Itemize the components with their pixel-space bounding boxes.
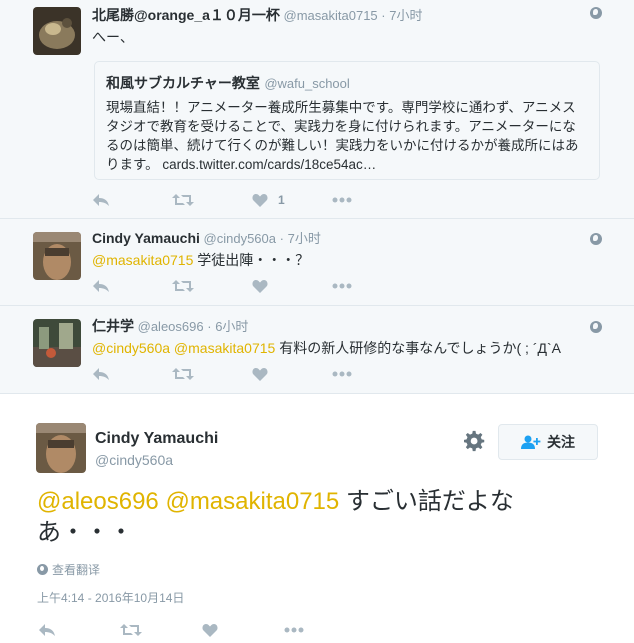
globe-icon <box>590 233 602 245</box>
card-user-handle: @wafu_school <box>264 76 350 91</box>
card-text: 現場直結！！アニメーター養成所生募集中です。専門学校に通わず、アニメスタジオで教… <box>106 100 579 172</box>
globe-icon <box>590 7 602 19</box>
reply-button[interactable] <box>92 276 172 296</box>
more-icon <box>332 283 352 289</box>
tweet-header: 仁井学 @aleos696 · 6小时 <box>92 317 594 336</box>
tweet-actions <box>92 364 412 384</box>
like-button[interactable]: 1 <box>252 190 332 210</box>
tweet-text: @masakita0715 学徒出陣・・・？ <box>92 250 594 270</box>
follow-label: 关注 <box>547 434 575 450</box>
user-handle[interactable]: @aleos696 <box>138 319 204 334</box>
separator-dot: · <box>279 231 284 246</box>
user-name[interactable]: Cindy Yamauchi <box>95 430 218 448</box>
more-icon <box>284 627 304 633</box>
user-handle[interactable]: @cindy560a <box>204 231 276 246</box>
reply-icon <box>93 280 109 292</box>
more-icon <box>332 197 352 203</box>
more-button[interactable] <box>284 620 366 640</box>
like-icon <box>252 194 268 207</box>
tweet-body: 学徒出陣・・・？ <box>193 252 310 268</box>
tweet-time[interactable]: 6小时 <box>215 319 248 334</box>
mention-link[interactable]: @cindy560a @masakita0715 <box>92 340 275 356</box>
tweet-text: @aleos696 @masakita0715 すごい話だよなあ・・・ <box>37 486 577 548</box>
tweet-actions: 1 <box>92 190 412 210</box>
reply-icon <box>93 194 109 206</box>
user-handle[interactable]: @cindy560a <box>95 452 173 468</box>
avatar[interactable] <box>33 232 81 280</box>
follow-icon <box>521 435 541 449</box>
globe-icon <box>37 564 48 575</box>
separator-dot: · <box>381 8 386 23</box>
more-button[interactable] <box>332 276 412 296</box>
avatar[interactable] <box>33 319 81 367</box>
tweet-time[interactable]: 7小时 <box>389 8 422 23</box>
tweet-header: Cindy Yamauchi @cindy560a · 7小时 <box>92 229 594 248</box>
user-name[interactable]: Cindy Yamauchi <box>92 230 200 246</box>
tweet-time[interactable]: 7小时 <box>288 231 321 246</box>
like-icon <box>252 280 268 293</box>
retweet-button[interactable] <box>120 620 202 640</box>
separator-dot: · <box>207 319 212 334</box>
tweet-actions <box>92 276 412 296</box>
tweet-text: @cindy560a @masakita0715 有料の新人研修的な事なんでしょ… <box>92 338 594 358</box>
tweet-body: 有料の新人研修的な事なんでしょうか( ; ´Д`A <box>275 340 561 356</box>
user-name[interactable]: 仁井学 <box>92 318 134 334</box>
retweet-icon <box>172 368 194 380</box>
mention-link[interactable]: @aleos696 @masakita0715 <box>37 488 339 515</box>
retweet-icon <box>172 280 194 292</box>
more-icon <box>332 371 352 377</box>
more-button[interactable] <box>332 190 412 210</box>
retweet-button[interactable] <box>172 190 252 210</box>
tweet-header: 北尾勝@orange_a１０月一杯 @masakita0715 · 7小时 <box>92 6 594 25</box>
like-button[interactable] <box>252 364 332 384</box>
like-icon <box>252 368 268 381</box>
like-count: 1 <box>278 193 285 207</box>
tweet-timestamp[interactable]: 上午4:14 - 2016年10月14日 <box>37 589 184 606</box>
quoted-tweet-card[interactable]: 和風サブカルチャー教室 @wafu_school 現場直結！！アニメーター養成所… <box>94 61 600 180</box>
like-button[interactable] <box>202 620 284 640</box>
reply-button[interactable] <box>38 620 120 640</box>
reply-button[interactable] <box>92 190 172 210</box>
user-name[interactable]: 北尾勝@orange_a１０月一杯 <box>92 7 280 23</box>
tweet-text: へー、 <box>92 29 134 45</box>
gear-icon[interactable] <box>464 430 486 452</box>
tweet-actions <box>38 620 366 640</box>
reply-button[interactable] <box>92 364 172 384</box>
tweet-reply[interactable]: 仁井学 @aleos696 · 6小时 @cindy560a @masakita… <box>0 306 634 394</box>
translate-label: 查看翻译 <box>52 563 101 577</box>
tweet-reply[interactable]: Cindy Yamauchi @cindy560a · 7小时 @masakit… <box>0 219 634 306</box>
avatar[interactable] <box>33 7 81 55</box>
tweet-reply[interactable]: 北尾勝@orange_a１０月一杯 @masakita0715 · 7小时 へー… <box>0 0 634 219</box>
card-user-name: 和風サブカルチャー教室 <box>106 75 260 91</box>
follow-button[interactable]: 关注 <box>498 424 598 460</box>
retweet-button[interactable] <box>172 276 252 296</box>
mention-link[interactable]: @masakita0715 <box>92 252 193 268</box>
like-button[interactable] <box>252 276 332 296</box>
translate-link[interactable]: 查看翻译 <box>37 561 100 578</box>
avatar[interactable] <box>36 423 86 473</box>
reply-icon <box>39 624 55 636</box>
globe-icon <box>590 321 602 333</box>
permalink-tweet: Cindy Yamauchi @cindy560a 关注 @aleos696 @… <box>0 404 634 643</box>
retweet-icon <box>120 624 142 636</box>
like-icon <box>202 624 218 637</box>
more-button[interactable] <box>332 364 412 384</box>
retweet-icon <box>172 194 194 206</box>
reply-icon <box>93 368 109 380</box>
user-handle[interactable]: @masakita0715 <box>284 8 378 23</box>
retweet-button[interactable] <box>172 364 252 384</box>
